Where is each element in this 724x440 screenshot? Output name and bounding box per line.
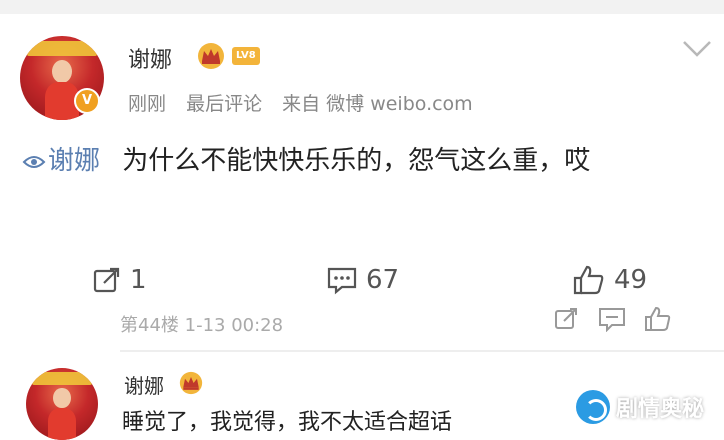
like-action[interactable]: 49: [572, 262, 647, 298]
avatar-hat: [26, 41, 98, 57]
reply-avatar-face: [53, 388, 71, 409]
reply-crown-icon: [179, 371, 203, 395]
divider: [120, 350, 724, 352]
thumbs-up-icon: [573, 265, 604, 295]
comment-icon: [327, 267, 357, 295]
level-badge: LV8: [232, 47, 260, 65]
reply-avatar[interactable]: [26, 368, 98, 440]
verified-v-icon: V: [74, 88, 100, 114]
reply-text: 睡觉了，我觉得，我不太适合超话: [122, 410, 453, 435]
meta-source[interactable]: 来自 微博 weibo.com: [282, 93, 473, 115]
comment-content: 谢娜 为什么不能快快乐乐的，怨气这么重，哎: [22, 140, 712, 182]
watermark-text: 剧情奥秘: [616, 397, 705, 422]
mini-like-icon[interactable]: [644, 306, 672, 332]
mention-link[interactable]: 谢娜: [22, 146, 100, 176]
mention-icon: [22, 156, 46, 168]
watermark-logo-icon: [576, 390, 610, 424]
repost-icon: [93, 267, 120, 293]
floor-info: 第44楼 1-13 00:28: [120, 315, 284, 336]
like-count: 49: [614, 265, 648, 295]
comment-meta: 刚刚 最后评论 来自 微博 weibo.com: [128, 89, 487, 116]
crown-icon: [198, 43, 224, 69]
mini-actions: [554, 306, 672, 332]
meta-sort: 最后评论: [186, 93, 263, 115]
mini-repost-icon[interactable]: [554, 306, 580, 332]
reply-avatar-body: [47, 407, 77, 440]
repost-count: 1: [130, 265, 147, 295]
repost-action[interactable]: 1: [92, 262, 147, 298]
reply-author-name[interactable]: 谢娜: [124, 370, 164, 399]
comment-text: 为什么不能快快乐乐的，怨气这么重，哎: [122, 146, 591, 176]
watermark: 剧情奥秘: [576, 390, 704, 424]
chevron-down-icon[interactable]: [682, 40, 712, 58]
comment-count: 67: [366, 265, 400, 295]
comment-action[interactable]: 67: [326, 262, 399, 298]
author-name[interactable]: 谢娜: [128, 42, 172, 74]
meta-time: 刚刚: [128, 93, 167, 115]
mention-name: 谢娜: [48, 146, 101, 176]
avatar-face: [51, 59, 73, 84]
mini-comment-icon[interactable]: [598, 306, 626, 332]
reply-avatar-hat: [31, 372, 93, 386]
top-band: [0, 0, 724, 14]
